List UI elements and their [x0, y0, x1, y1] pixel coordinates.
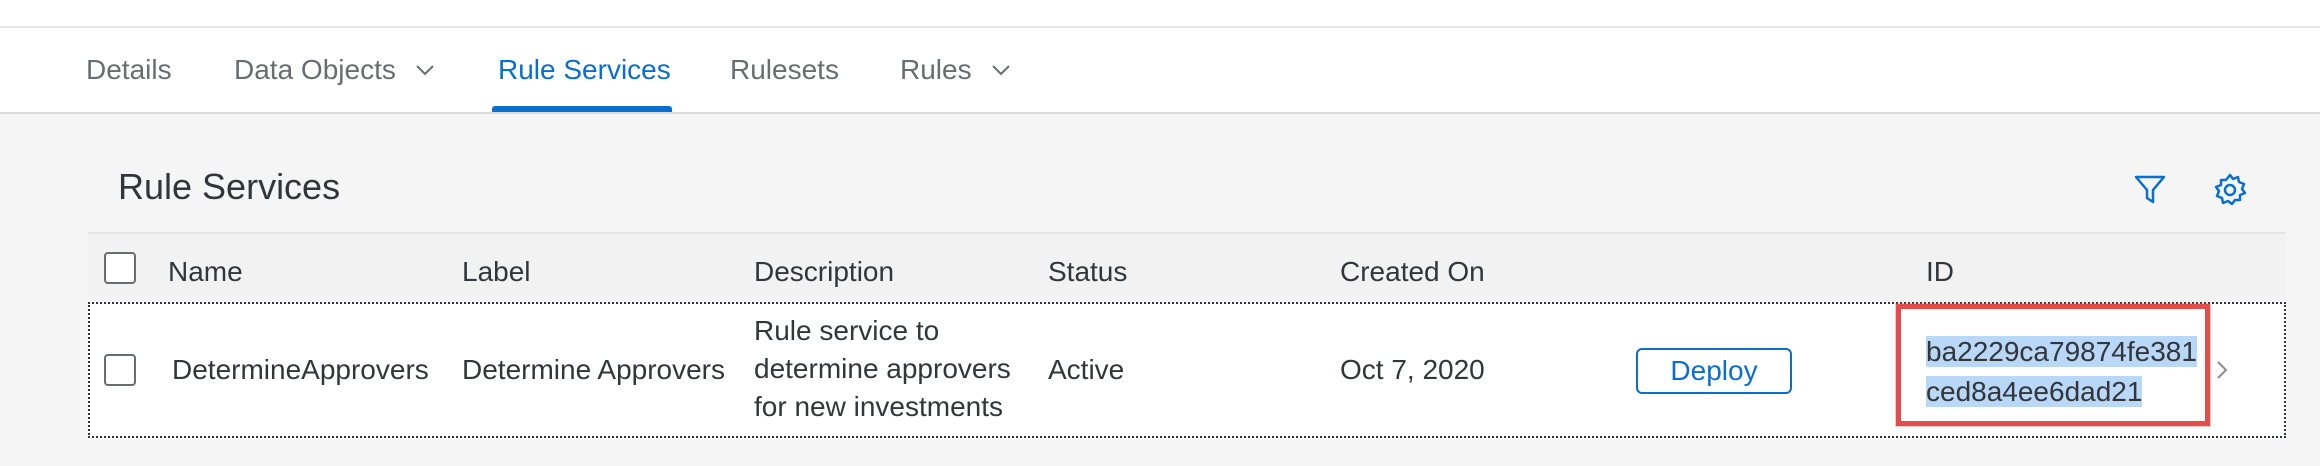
rule-services-table: Name Label Description Status Created On…	[88, 232, 2286, 438]
tab-label: Details	[86, 54, 172, 85]
cell-label: Determine Approvers	[462, 354, 726, 385]
tab-details[interactable]: Details	[86, 28, 172, 112]
settings-gear-icon	[2214, 173, 2247, 206]
cell-created-on: Oct 7, 2020	[1340, 354, 1485, 385]
select-all-checkbox[interactable]	[104, 252, 136, 284]
description-line: for new investments	[754, 391, 1003, 422]
filter-icon	[2134, 175, 2166, 204]
deploy-button[interactable]: Deploy	[1636, 348, 1792, 394]
tab-label: Rulesets	[730, 54, 839, 85]
tab-bar: Details Data Objects Rule Services Rules…	[0, 28, 2320, 114]
column-header-label[interactable]: Label	[462, 256, 531, 288]
cell-status: Active	[1048, 354, 1125, 385]
chevron-right-icon[interactable]	[2212, 358, 2232, 382]
tab-rules[interactable]: Rules	[900, 28, 1012, 112]
description-line: determine approvers	[754, 353, 1011, 384]
section-title: Rule Services	[118, 166, 341, 207]
column-header-name[interactable]: Name	[168, 256, 243, 288]
cell-name: DetermineApprovers	[172, 354, 429, 385]
top-strip	[0, 0, 2320, 28]
cell-id[interactable]: ba2229ca79874fe381 ced8a4ee6dad21	[1926, 332, 2197, 412]
tab-data-objects[interactable]: Data Objects	[234, 28, 436, 112]
active-tab-indicator	[492, 106, 672, 112]
chevron-down-icon	[416, 65, 434, 76]
column-header-description[interactable]: Description	[754, 256, 894, 288]
chevron-down-icon	[991, 65, 1010, 76]
cell-description: Rule service to determine approvers for …	[754, 312, 1011, 426]
description-line: Rule service to	[754, 315, 940, 346]
id-line: ba2229ca79874fe381	[1926, 336, 2197, 367]
filter-button[interactable]	[2130, 170, 2170, 210]
id-line: ced8a4ee6dad21	[1926, 376, 2143, 407]
tab-rule-services[interactable]: Rule Services	[498, 28, 671, 112]
tab-label: Data Objects	[234, 54, 396, 85]
table-header: Name Label Description Status Created On…	[88, 232, 2286, 303]
column-header-id[interactable]: ID	[1926, 256, 1954, 288]
column-header-created-on[interactable]: Created On	[1340, 256, 1485, 288]
tab-rulesets[interactable]: Rulesets	[730, 28, 839, 112]
settings-button[interactable]	[2210, 170, 2250, 210]
tab-label: Rules	[900, 54, 972, 85]
row-checkbox[interactable]	[104, 354, 136, 386]
column-header-status[interactable]: Status	[1048, 256, 1127, 288]
table-row[interactable]: DetermineApprovers Determine Approvers R…	[88, 302, 2286, 438]
tab-label: Rule Services	[498, 54, 671, 85]
